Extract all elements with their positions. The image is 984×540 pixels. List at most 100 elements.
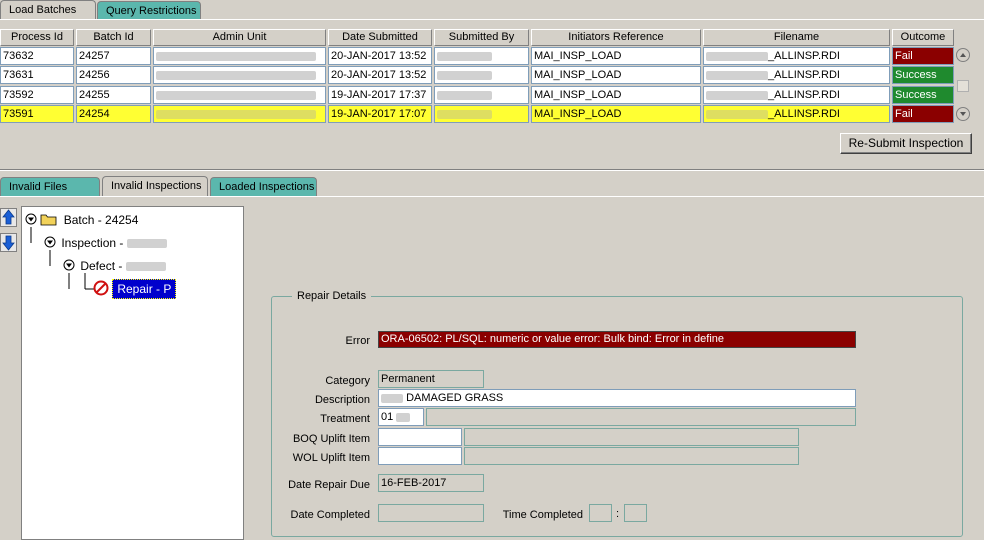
folder-icon [40, 214, 57, 226]
tree-label-defect: Defect - [80, 259, 123, 273]
cell-date-submitted[interactable]: 19-JAN-2017 17:37 [328, 86, 432, 104]
boq-uplift-label: BOQ Uplift Item [292, 433, 370, 445]
col-header-process-id[interactable]: Process Id [0, 29, 74, 46]
tree-label-repair: Repair - P [112, 279, 177, 299]
cell-filename[interactable]: _ALLINSP.RDI [703, 105, 890, 123]
cell-date-submitted[interactable]: 20-JAN-2017 13:52 [328, 47, 432, 65]
cell-admin-unit[interactable] [153, 105, 326, 123]
description-value: DAMAGED GRASS [406, 392, 504, 404]
redacted-text [156, 51, 316, 61]
error-label: Error [345, 335, 370, 347]
treatment-description-field [426, 408, 856, 426]
cell-admin-unit[interactable] [153, 47, 326, 65]
cell-outcome[interactable]: Fail [892, 105, 954, 123]
redacted-text [381, 393, 403, 403]
wol-uplift-label: WOL Uplift Item [292, 452, 370, 464]
filename-text: _ALLINSP.RDI [768, 50, 840, 62]
treatment-code-field[interactable]: 01 [378, 408, 424, 426]
tree-node-defect[interactable]: Defect - [63, 259, 166, 273]
cell-batch-id[interactable]: 24255 [76, 86, 151, 104]
category-label: Category [325, 375, 370, 387]
collapse-icon [25, 213, 37, 225]
cell-initiators-reference[interactable]: MAI_INSP_LOAD [531, 47, 701, 65]
error-field: ORA-06502: PL/SQL: numeric or value erro… [378, 331, 856, 348]
col-header-batch-id[interactable]: Batch Id [76, 29, 151, 46]
cell-initiators-reference[interactable]: MAI_INSP_LOAD [531, 86, 701, 104]
scroll-down-button[interactable] [956, 107, 970, 121]
col-header-filename[interactable]: Filename [703, 29, 890, 46]
arrow-down-icon [960, 112, 966, 116]
tree-panel[interactable]: Batch - 24254 Inspection - Defect - Repa… [21, 206, 244, 540]
tab-invalid-files[interactable]: Invalid Files [0, 177, 100, 196]
cell-submitted-by[interactable] [434, 66, 529, 84]
boq-uplift-description-field [464, 428, 799, 446]
redacted-text [706, 70, 768, 80]
move-up-button[interactable] [0, 208, 17, 227]
tree-node-inspection[interactable]: Inspection - [44, 236, 167, 250]
col-header-submitted-by[interactable]: Submitted By [434, 29, 529, 46]
prohibited-icon [93, 280, 109, 296]
date-repair-due-field: 16-FEB-2017 [378, 474, 484, 492]
col-header-date-submitted[interactable]: Date Submitted [328, 29, 432, 46]
date-completed-field[interactable] [378, 504, 484, 522]
redacted-text [125, 262, 166, 272]
redacted-text [437, 70, 492, 80]
category-field: Permanent [378, 370, 484, 388]
cell-batch-id[interactable]: 24256 [76, 66, 151, 84]
cell-process-id[interactable]: 73632 [0, 47, 74, 65]
cell-outcome[interactable]: Success [892, 86, 954, 104]
col-header-admin-unit[interactable]: Admin Unit [153, 29, 326, 46]
resubmit-inspection-button[interactable]: Re-Submit Inspection [840, 133, 972, 154]
wol-uplift-field[interactable] [378, 447, 462, 465]
description-label: Description [314, 394, 370, 406]
cell-date-submitted[interactable]: 19-JAN-2017 17:07 [328, 105, 432, 123]
description-field[interactable]: DAMAGED GRASS [378, 389, 856, 407]
scroll-thumb[interactable] [957, 80, 969, 92]
cell-submitted-by[interactable] [434, 86, 529, 104]
cell-filename[interactable]: _ALLINSP.RDI [703, 66, 890, 84]
cell-process-id[interactable]: 73631 [0, 66, 74, 84]
tree-node-repair[interactable]: Repair - P [93, 279, 177, 299]
collapse-icon [44, 236, 56, 248]
collapse-icon [63, 259, 75, 271]
boq-uplift-field[interactable] [378, 428, 462, 446]
cell-admin-unit[interactable] [153, 86, 326, 104]
cell-batch-id[interactable]: 24257 [76, 47, 151, 65]
filename-text: _ALLINSP.RDI [768, 69, 840, 81]
cell-admin-unit[interactable] [153, 66, 326, 84]
move-down-button[interactable] [0, 233, 17, 252]
redacted-text [706, 90, 768, 100]
pane-separator [0, 169, 984, 171]
col-header-outcome[interactable]: Outcome [892, 29, 954, 46]
cell-outcome[interactable]: Success [892, 66, 954, 84]
redacted-text [156, 109, 316, 119]
tab-load-batches[interactable]: Load Batches [0, 0, 96, 20]
cell-date-submitted[interactable]: 20-JAN-2017 13:52 [328, 66, 432, 84]
time-completed-label: Time Completed [502, 509, 583, 521]
filename-text: _ALLINSP.RDI [768, 108, 840, 120]
tab-loaded-inspections[interactable]: Loaded Inspections [210, 177, 317, 196]
tree-node-batch[interactable]: Batch - 24254 [25, 213, 138, 227]
cell-filename[interactable]: _ALLINSP.RDI [703, 86, 890, 104]
redacted-text [706, 51, 768, 61]
cell-outcome[interactable]: Fail [892, 47, 954, 65]
treatment-value: 01 [381, 411, 394, 423]
tab-query-restrictions[interactable]: Query Restrictions [97, 1, 201, 20]
scroll-up-button[interactable] [956, 48, 970, 62]
cell-submitted-by[interactable] [434, 105, 529, 123]
cell-initiators-reference[interactable]: MAI_INSP_LOAD [531, 66, 701, 84]
cell-batch-id[interactable]: 24254 [76, 105, 151, 123]
redacted-text [437, 109, 492, 119]
time-minutes-field[interactable] [624, 504, 647, 522]
time-hours-field[interactable] [589, 504, 612, 522]
cell-process-id[interactable]: 73591 [0, 105, 74, 123]
cell-filename[interactable]: _ALLINSP.RDI [703, 47, 890, 65]
tab-invalid-inspections[interactable]: Invalid Inspections [102, 176, 208, 197]
col-header-initiators-reference[interactable]: Initiators Reference [531, 29, 701, 46]
redacted-text [396, 412, 411, 422]
cell-submitted-by[interactable] [434, 47, 529, 65]
tree-label-inspection: Inspection - [61, 236, 124, 250]
cell-process-id[interactable]: 73592 [0, 86, 74, 104]
cell-initiators-reference[interactable]: MAI_INSP_LOAD [531, 105, 701, 123]
time-separator: : [616, 508, 620, 520]
